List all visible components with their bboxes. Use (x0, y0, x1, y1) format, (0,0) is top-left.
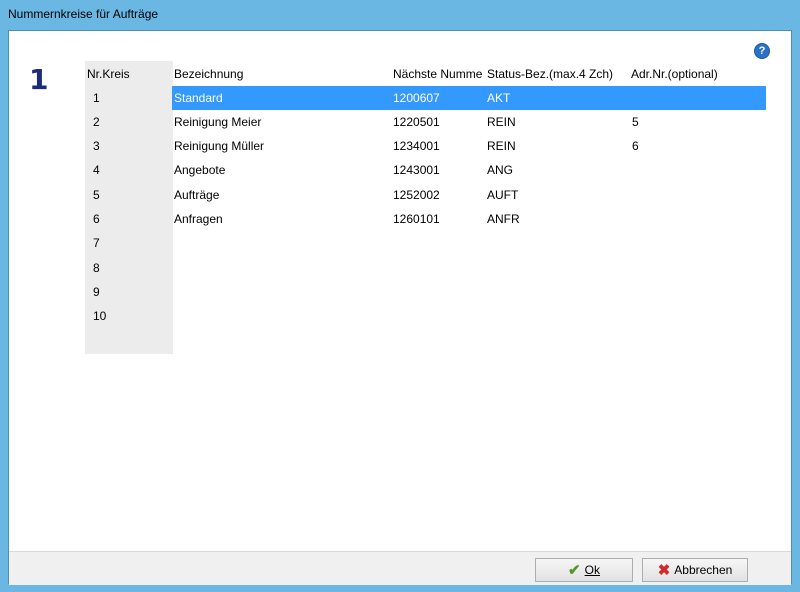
table-row[interactable]: Standard 1200607 AKT (172, 86, 766, 110)
cell-naechste-nummer[interactable]: 1252002 (393, 188, 440, 202)
cell-naechste-nummer[interactable]: 1243001 (393, 163, 440, 177)
column-header-status[interactable]: Status-Bez.(max.4 Zch) (487, 67, 629, 81)
row-number: 4 (93, 163, 100, 177)
row-number: 8 (93, 261, 100, 275)
column-header-naechste-nummer[interactable]: Nächste Numme (393, 67, 485, 81)
dialog-window: Nummernkreise für Aufträge ? 1 Nr.Kreis … (0, 0, 800, 592)
cell-bezeichnung[interactable]: Aufträge (174, 188, 219, 202)
cell-status[interactable]: ANFR (487, 212, 520, 226)
button-bar: ✔ Ok ✖ Abbrechen (9, 551, 791, 585)
cell-naechste-nummer[interactable]: 1260101 (393, 212, 440, 226)
column-header-nrkreis[interactable]: Nr.Kreis (87, 67, 171, 81)
cell-status[interactable]: AKT (487, 91, 510, 105)
row-number: 3 (93, 139, 100, 153)
ok-button[interactable]: ✔ Ok (535, 558, 633, 582)
column-header-bezeichnung[interactable]: Bezeichnung (174, 67, 374, 81)
cell-adrnr[interactable]: 6 (632, 139, 639, 153)
column-header-adrnr[interactable]: Adr.Nr.(optional) (631, 67, 771, 81)
page-number: 1 (29, 63, 49, 96)
checkmark-icon: ✔ (568, 562, 581, 579)
close-icon: ✖ (657, 562, 671, 579)
table-row[interactable]: Angebote 1243001 ANG (172, 158, 766, 182)
cell-naechste-nummer[interactable]: 1200607 (393, 91, 440, 105)
title-bar[interactable]: Nummernkreise für Aufträge (0, 0, 800, 30)
cell-bezeichnung[interactable]: Angebote (174, 163, 225, 177)
row-number: 2 (93, 115, 100, 129)
cell-bezeichnung[interactable]: Reinigung Meier (174, 115, 261, 129)
cancel-button[interactable]: ✖ Abbrechen (642, 558, 748, 582)
window-title: Nummernkreise für Aufträge (8, 7, 159, 21)
cell-bezeichnung[interactable]: Anfragen (174, 212, 223, 226)
table-row[interactable]: Reinigung Meier 1220501 REIN 5 (172, 110, 766, 134)
cell-status[interactable]: AUFT (487, 188, 518, 202)
cell-status[interactable]: REIN (487, 139, 516, 153)
row-number: 5 (93, 188, 100, 202)
cell-naechste-nummer[interactable]: 1220501 (393, 115, 440, 129)
row-number: 9 (93, 285, 100, 299)
row-number: 1 (93, 91, 100, 105)
cancel-button-label: Abbrechen (674, 563, 733, 577)
table-row[interactable]: Aufträge 1252002 AUFT (172, 183, 766, 207)
table-row[interactable]: Anfragen 1260101 ANFR (172, 207, 766, 231)
dialog-content: ? 1 Nr.Kreis Bezeichnung Nächste Numme S… (8, 30, 792, 585)
cell-naechste-nummer[interactable]: 1234001 (393, 139, 440, 153)
cell-status[interactable]: ANG (487, 163, 513, 177)
cell-status[interactable]: REIN (487, 115, 516, 129)
number-range-grid: Nr.Kreis Bezeichnung Nächste Numme Statu… (85, 61, 782, 383)
cell-adrnr[interactable]: 5 (632, 115, 639, 129)
row-number: 7 (93, 236, 100, 250)
cell-bezeichnung[interactable]: Standard (174, 91, 223, 105)
table-row[interactable]: Reinigung Müller 1234001 REIN 6 (172, 134, 766, 158)
row-number: 6 (93, 212, 100, 226)
row-number: 10 (93, 309, 107, 323)
question-icon[interactable]: ? (754, 43, 770, 59)
ok-button-label: Ok (584, 563, 600, 577)
cell-bezeichnung[interactable]: Reinigung Müller (174, 139, 264, 153)
